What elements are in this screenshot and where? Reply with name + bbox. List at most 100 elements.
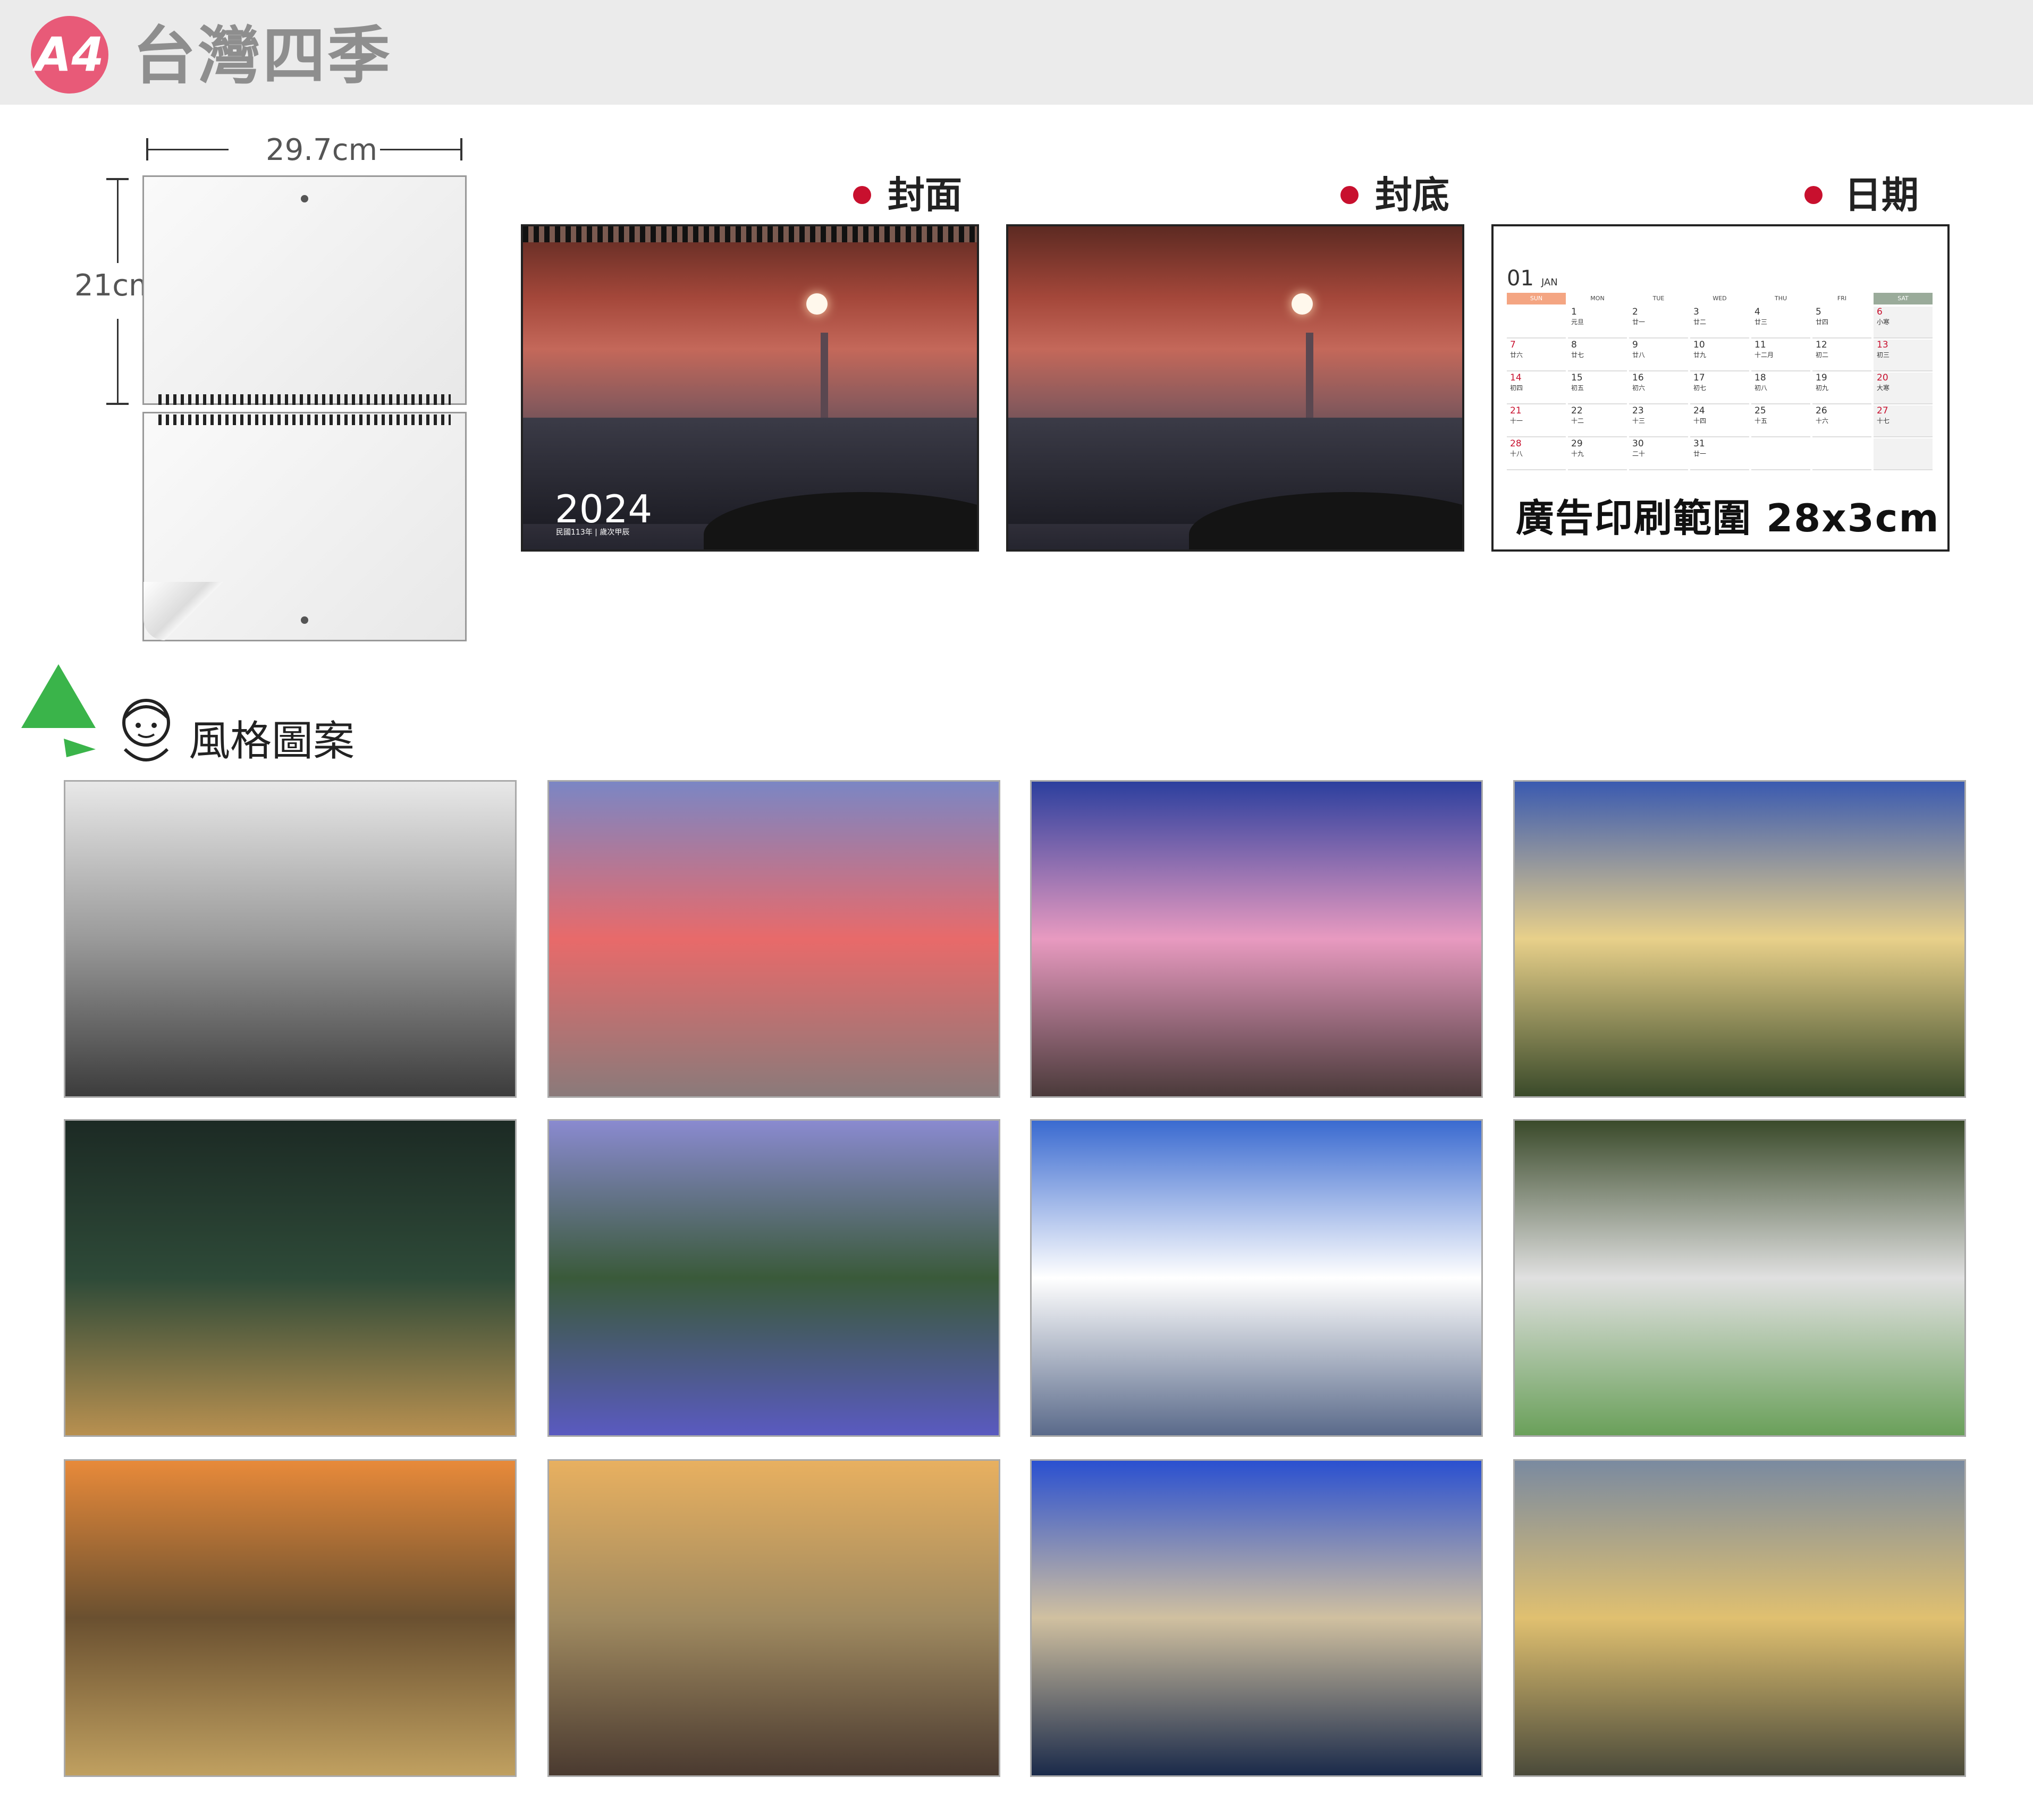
day-number: 11: [1754, 340, 1766, 350]
lunar-date: 十八: [1510, 450, 1523, 458]
sun: [1292, 293, 1313, 315]
calendar-day-cell: [1507, 307, 1566, 338]
red-dot-icon: [1340, 186, 1359, 204]
photo-lake-blue-sky: [1030, 1119, 1483, 1437]
dim-tick-right: [460, 138, 462, 160]
lunar-date: 十三: [1632, 417, 1646, 425]
taipei101-tower: [1306, 333, 1313, 418]
calendar-day-cell: 1 元旦: [1568, 307, 1627, 338]
lunar-date: 元旦: [1571, 318, 1584, 326]
dates-label: 日期: [1844, 173, 1919, 217]
lunar-date: 十九: [1571, 450, 1584, 458]
day-number: 24: [1693, 405, 1705, 416]
lunar-date: 大寒: [1877, 384, 1890, 392]
lunar-date: 初四: [1510, 384, 1523, 392]
lunar-date: 廿一: [1632, 318, 1646, 326]
weekday-wed: WED: [1713, 295, 1727, 302]
day-number: 5: [1816, 307, 1821, 317]
dim-line-left: [146, 149, 229, 150]
lunar-date: 初八: [1754, 384, 1768, 392]
spiral-binding: [158, 394, 451, 405]
weekday-sun: SUN: [1507, 293, 1566, 304]
lunar-date: 初七: [1693, 384, 1707, 392]
day-number: 9: [1632, 340, 1638, 350]
day-number: 6: [1877, 307, 1883, 317]
lunar-date: 十七: [1877, 417, 1890, 425]
calendar-day-cell: 11 十二月: [1751, 340, 1810, 371]
calendar-day-cell: 12 初二: [1812, 340, 1871, 371]
lunar-date: 十二: [1571, 417, 1584, 425]
calendar-day-cell: 16 初六: [1629, 373, 1688, 404]
photo-silvergrass-sunset: [64, 1459, 517, 1777]
date-page-preview: 01 JAN SUN MON TUE WED THU FRI SAT 1 元旦 2 廿一 3 廿二 4 廿三…: [1491, 224, 1950, 552]
calendar-day-cell: 25 十五: [1751, 405, 1810, 437]
day-number: 22: [1571, 405, 1583, 416]
day-number: 4: [1754, 307, 1760, 317]
day-number: 3: [1693, 307, 1699, 317]
page-title: 台灣四季: [133, 19, 393, 92]
front-cover-label: 封面: [888, 173, 962, 217]
calendar-day-cell: 4 廿三: [1751, 307, 1810, 338]
calendar-day-cell: 8 廿七: [1568, 340, 1627, 371]
day-number: 7: [1510, 340, 1516, 350]
calendar-day-cell: 21 十一: [1507, 405, 1566, 437]
calendar-day-cell: 27 十七: [1874, 405, 1933, 437]
calendar-day-cell: 29 十九: [1568, 438, 1627, 470]
calendar-day-cell: 5 廿四: [1812, 307, 1871, 338]
calendar-day-cell: 24 十四: [1690, 405, 1749, 437]
taipei101-tower: [821, 333, 828, 418]
weekday-tue: TUE: [1652, 295, 1665, 302]
day-number: 1: [1571, 307, 1577, 317]
calendar-day-cell: 7 廿六: [1507, 340, 1566, 371]
calendar-day-cell: 18 初八: [1751, 373, 1810, 404]
cover-spiral: [523, 226, 977, 242]
photo-buildings-reflection: [1030, 1459, 1483, 1777]
photo-lightning-hydrangea: [547, 1119, 1000, 1437]
cover-subtitle: 民國113年 | 歲次甲辰: [556, 528, 630, 537]
lunar-date: 廿六: [1510, 351, 1523, 359]
lunar-date: 廿八: [1632, 351, 1646, 359]
lunar-date: 初九: [1816, 384, 1829, 392]
style-section-title: 風格圖案: [189, 717, 355, 765]
width-label: 29.7cm: [266, 133, 378, 167]
day-number: 15: [1571, 373, 1583, 383]
calendar-day-cell: 13 初三: [1874, 340, 1933, 371]
calendar-day-cell: 14 初四: [1507, 373, 1566, 404]
dim-tick-bottom: [106, 403, 129, 405]
photo-reservoir-sunrise: [1513, 780, 1966, 1098]
calendar-day-cell: 19 初九: [1812, 373, 1871, 404]
month-number: 01: [1507, 266, 1534, 291]
calendar-day-cell: 10 廿九: [1690, 340, 1749, 371]
photo-bridge-river-night: [1030, 780, 1483, 1098]
front-cover-preview: 2024 民國113年 | 歲次甲辰: [521, 224, 979, 552]
calendar-day-cell: 17 初七: [1690, 373, 1749, 404]
day-number: 26: [1816, 405, 1827, 416]
day-number: 25: [1754, 405, 1766, 416]
spiral-binding-bottom: [158, 414, 451, 425]
lunar-date: 廿七: [1571, 351, 1584, 359]
day-number: 23: [1632, 405, 1644, 416]
day-number: 31: [1693, 438, 1705, 449]
day-number: 13: [1877, 340, 1888, 350]
red-dot-icon: [1804, 186, 1823, 204]
weekday-mon: MON: [1590, 295, 1605, 302]
weekday-fri: FRI: [1837, 295, 1847, 302]
calendar-day-cell: [1751, 438, 1810, 470]
cover-sunset-photo: 2024 民國113年 | 歲次甲辰: [523, 226, 977, 549]
lunar-date: 初三: [1877, 351, 1890, 359]
day-number: 10: [1693, 340, 1705, 350]
day-number: 14: [1510, 373, 1522, 383]
lunar-date: 廿三: [1754, 318, 1768, 326]
month-name: JAN: [1541, 277, 1558, 288]
day-number: 20: [1877, 373, 1888, 383]
dim-line-right: [380, 149, 462, 150]
lunar-date: 十二月: [1754, 351, 1774, 359]
dim-line-top: [117, 178, 119, 263]
page-curl: [144, 582, 229, 640]
red-dot-icon: [853, 186, 871, 204]
weekday-thu: THU: [1774, 295, 1787, 302]
lunar-date: 廿九: [1693, 351, 1707, 359]
lunar-date: 廿一: [1693, 450, 1707, 458]
day-number: 17: [1693, 373, 1705, 383]
lunar-date: 初六: [1632, 384, 1646, 392]
